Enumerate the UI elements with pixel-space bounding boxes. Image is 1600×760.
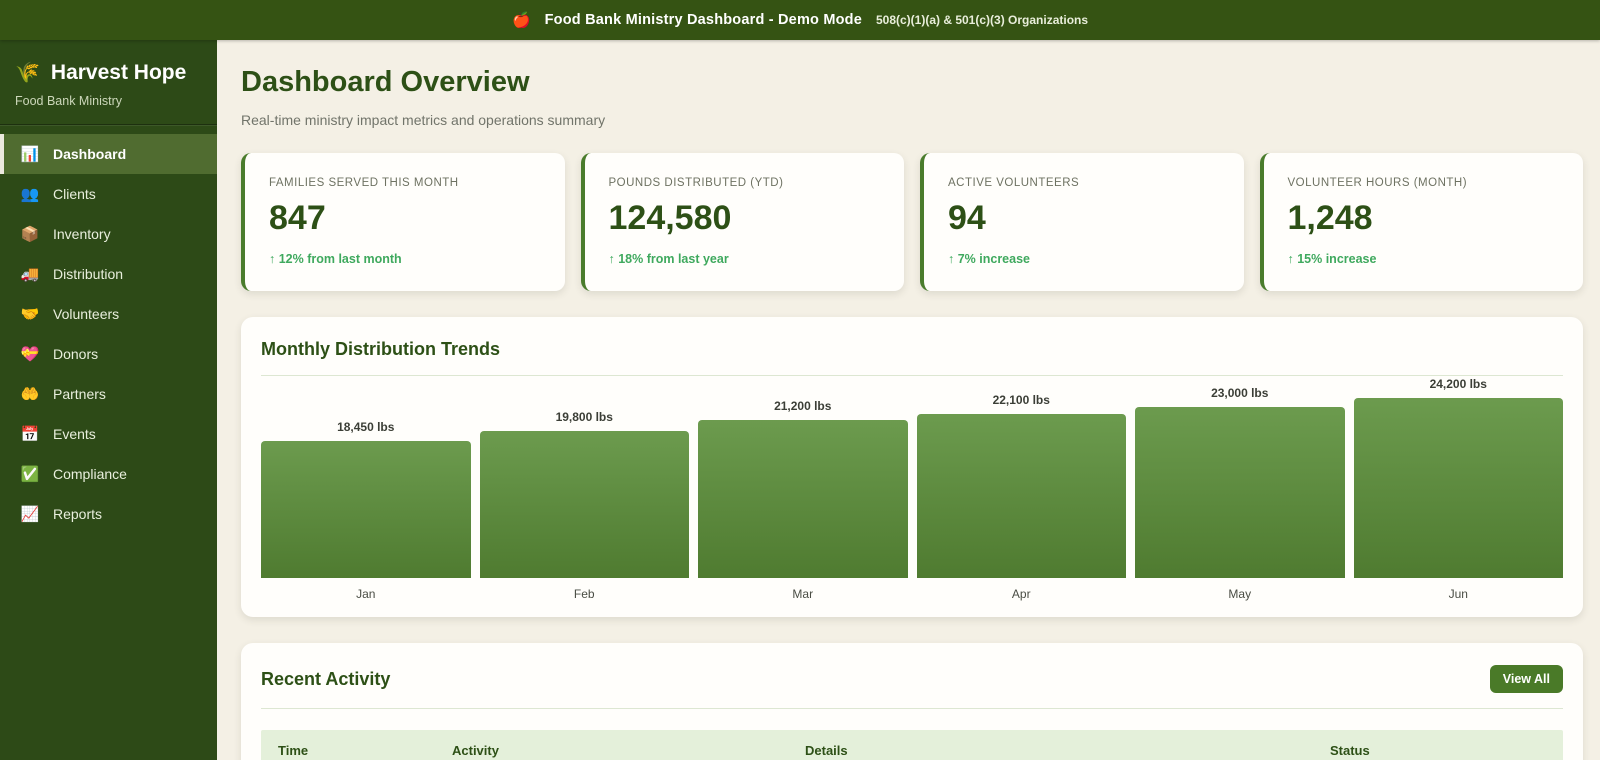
activity-title: Recent Activity: [261, 668, 391, 689]
bar-jun: [1353, 398, 1563, 578]
bar-value-label: 18,450 lbs: [337, 420, 395, 434]
stat-value: 847: [269, 199, 326, 237]
bar-mar: [698, 420, 908, 578]
clients-people-icon: 👥: [20, 186, 40, 203]
sidebar-item-label: Donors: [53, 346, 99, 362]
stat-value: 1,248: [1287, 199, 1373, 237]
page-title: Dashboard Overview: [241, 66, 530, 98]
volunteers-handshake-icon: 🤝: [20, 306, 40, 323]
x-axis-label-feb: Feb: [573, 587, 595, 601]
divider: [261, 708, 1563, 709]
bar-may: [1135, 407, 1345, 578]
stat-trend: ↑ 15% increase: [1287, 252, 1377, 266]
inventory-box-icon: 📦: [20, 226, 40, 243]
stat-card-1: POUNDS DISTRIBUTED (YTD) 124,580 ↑ 18% fro…: [580, 153, 904, 291]
x-axis-label-apr: Apr: [1011, 587, 1031, 601]
bar-apr: [916, 414, 1126, 578]
app-title: Food Bank Ministry Dashboard - Demo Mode: [544, 12, 862, 28]
logo-row: 🌾 Harvest Hope: [15, 60, 202, 85]
sidebar-item-label: Compliance: [53, 466, 127, 482]
bar-value-label: 19,800 lbs: [555, 410, 613, 424]
stat-label: FAMILIES SERVED THIS MONTH: [269, 177, 459, 189]
sidebar-item-events[interactable]: 📅 Events: [0, 414, 217, 454]
column-header-status: Status: [1330, 743, 1370, 758]
compliance-check-icon: ✅: [20, 466, 40, 483]
chart-title: Monthly Distribution Trends: [261, 339, 500, 359]
apple-icon: 🍎: [511, 12, 531, 29]
sidebar-item-label: Dashboard: [53, 146, 127, 162]
x-axis-label-mar: Mar: [792, 587, 814, 601]
sidebar-item-donors[interactable]: 💝 Donors: [0, 334, 217, 374]
recent-activity-panel: Recent Activity View All Time Activity Det…: [241, 643, 1583, 760]
stat-value: 124,580: [608, 199, 732, 237]
view-all-button[interactable]: View All: [1489, 665, 1563, 693]
sidebar-item-inventory[interactable]: 📦 Inventory: [0, 214, 217, 254]
stat-trend: ↑ 7% increase: [948, 252, 1030, 266]
topbar: 🍎 Food Bank Ministry Dashboard - Demo Mo…: [0, 0, 1600, 40]
stats-row: FAMILIES SERVED THIS MONTH 847 ↑ 12% from …: [241, 153, 1583, 291]
stat-trend: ↑ 18% from last year: [608, 252, 729, 266]
sidebar-item-partners[interactable]: 🤲 Partners: [0, 374, 217, 414]
org-subtitle: Food Bank Ministry: [15, 94, 122, 108]
wheat-icon: 🌾: [15, 62, 40, 84]
sidebar-header: 🌾 Harvest Hope Food Bank Ministry: [0, 40, 217, 125]
bar-slot-feb: 19,800 lbs: [479, 410, 689, 578]
sidebar: 🌾 Harvest Hope Food Bank Ministry 📊 Dashb…: [0, 40, 217, 760]
activity-table-header: Time Activity Details Status: [261, 730, 1563, 760]
sidebar-item-label: Partners: [53, 386, 106, 402]
sidebar-item-label: Clients: [53, 186, 96, 202]
org-name: Harvest Hope: [50, 60, 187, 84]
distribution-trends-panel: Monthly Distribution Trends 18,450 lbs 19…: [241, 317, 1583, 617]
column-header-time: Time: [278, 743, 309, 758]
partners-hands-icon: 🤲: [20, 386, 40, 403]
bar-slot-jun: 24,200 lbs: [1353, 377, 1563, 578]
sidebar-nav: 📊 Dashboard 👥 Clients 📦 Inventory 🚚 Distributio…: [0, 134, 217, 534]
bar-value-label: 24,200 lbs: [1429, 377, 1487, 391]
reports-graph-icon: 📈: [20, 506, 40, 523]
bar-jan: [261, 441, 471, 578]
x-axis-label-jan: Jan: [356, 587, 376, 601]
stat-trend: ↑ 12% from last month: [269, 252, 402, 266]
sidebar-item-reports[interactable]: 📈 Reports: [0, 494, 217, 534]
bar-value-label: 23,000 lbs: [1211, 386, 1269, 400]
stat-card-3: VOLUNTEER HOURS (MONTH) 1,248 ↑ 15% increa…: [1259, 153, 1583, 291]
sidebar-item-label: Inventory: [53, 226, 111, 242]
stat-value: 94: [948, 199, 986, 237]
bar-slot-apr: 22,100 lbs: [916, 393, 1126, 578]
stat-label: POUNDS DISTRIBUTED (YTD): [608, 177, 784, 189]
dashboard-chart-icon: 📊: [20, 146, 40, 163]
stat-card-2: ACTIVE VOLUNTEERS 94 ↑ 7% increase: [920, 153, 1244, 291]
bar-slot-may: 23,000 lbs: [1135, 386, 1345, 578]
sidebar-item-clients[interactable]: 👥 Clients: [0, 174, 217, 214]
main-content: Dashboard Overview Real-time ministry im…: [217, 40, 1600, 760]
column-header-details: Details: [805, 743, 848, 758]
bar-slot-mar: 21,200 lbs: [698, 399, 908, 578]
chart-x-axis-labels: Jan Feb Mar Apr May Jun: [261, 587, 1563, 601]
donors-heart-icon: 💝: [20, 346, 40, 363]
sidebar-item-dashboard[interactable]: 📊 Dashboard: [0, 134, 217, 174]
column-header-activity: Activity: [452, 743, 499, 758]
bar-feb: [479, 431, 689, 578]
events-calendar-icon: 📅: [20, 426, 40, 443]
sidebar-item-distribution[interactable]: 🚚 Distribution: [0, 254, 217, 294]
sidebar-item-compliance[interactable]: ✅ Compliance: [0, 454, 217, 494]
activity-header: Recent Activity View All: [261, 665, 1563, 693]
sidebar-item-volunteers[interactable]: 🤝 Volunteers: [0, 294, 217, 334]
x-axis-label-jun: Jun: [1448, 587, 1468, 601]
bar-slot-jan: 18,450 lbs: [261, 420, 471, 578]
sidebar-item-label: Distribution: [53, 266, 124, 282]
stat-card-0: FAMILIES SERVED THIS MONTH 847 ↑ 12% from …: [241, 153, 565, 291]
bar-value-label: 21,200 lbs: [774, 399, 832, 413]
sidebar-item-label: Volunteers: [53, 306, 120, 322]
sidebar-item-label: Reports: [53, 506, 103, 522]
page-subtitle: Real-time ministry impact metrics and op…: [241, 112, 606, 128]
bar-value-label: 22,100 lbs: [992, 393, 1050, 407]
organization-type-label: 508(c)(1)(a) & 501(c)(3) Organizations: [875, 13, 1089, 27]
stat-label: VOLUNTEER HOURS (MONTH): [1287, 177, 1468, 189]
distribution-truck-icon: 🚚: [20, 266, 40, 283]
stat-label: ACTIVE VOLUNTEERS: [948, 177, 1080, 189]
bar-chart: 18,450 lbs 19,800 lbs 21,200 lbs 22,100 lbs…: [261, 376, 1563, 578]
x-axis-label-may: May: [1228, 587, 1252, 601]
sidebar-item-label: Events: [53, 426, 96, 442]
